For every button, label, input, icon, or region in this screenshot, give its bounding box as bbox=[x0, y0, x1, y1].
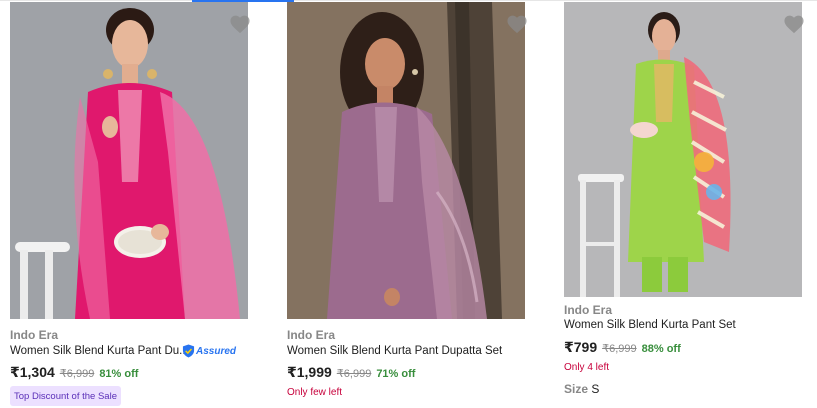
brand-name: Indo Era bbox=[10, 328, 59, 342]
selling-price: ₹1,304 bbox=[10, 364, 55, 380]
product-card-3[interactable]: Indo Era Women Silk Blend Kurta Pant Set… bbox=[564, 2, 817, 408]
stock-note: Only 4 left bbox=[564, 362, 610, 373]
price-row: ₹1,999 ₹6,999 71% off bbox=[287, 364, 415, 381]
assured-label: Assured bbox=[196, 345, 237, 357]
assured-shield-icon bbox=[182, 344, 195, 358]
product-image-3[interactable] bbox=[564, 2, 802, 297]
top-divider bbox=[0, 0, 817, 1]
selling-price: ₹799 bbox=[564, 339, 598, 355]
stock-note: Only few left bbox=[287, 387, 343, 398]
discount-percent: 71% off bbox=[376, 368, 416, 380]
wishlist-heart-icon[interactable] bbox=[783, 14, 805, 34]
original-price: ₹6,999 bbox=[336, 368, 372, 380]
discount-percent: 81% off bbox=[99, 368, 139, 380]
product-image-1[interactable] bbox=[10, 2, 248, 319]
size-row: Size S bbox=[564, 382, 599, 396]
assured-badge: Assured bbox=[182, 344, 236, 358]
wishlist-heart-icon[interactable] bbox=[506, 14, 528, 34]
product-image-2[interactable] bbox=[287, 2, 525, 319]
size-value: S bbox=[591, 382, 600, 396]
discount-percent: 88% off bbox=[641, 343, 681, 355]
selling-price: ₹1,999 bbox=[287, 364, 332, 380]
product-title[interactable]: Women Silk Blend Kurta Pant Du... bbox=[10, 345, 189, 357]
product-card-2[interactable]: Indo Era Women Silk Blend Kurta Pant Dup… bbox=[287, 2, 547, 408]
brand-name: Indo Era bbox=[287, 328, 336, 342]
product-title[interactable]: Women Silk Blend Kurta Pant Dupatta Set bbox=[287, 345, 502, 357]
wishlist-heart-icon[interactable] bbox=[229, 14, 251, 34]
product-title[interactable]: Women Silk Blend Kurta Pant Set bbox=[564, 319, 736, 331]
size-label: Size bbox=[564, 382, 589, 396]
promo-badge: Top Discount of the Sale bbox=[10, 386, 121, 406]
price-row: ₹1,304 ₹6,999 81% off bbox=[10, 364, 138, 381]
brand-name: Indo Era bbox=[564, 303, 613, 317]
product-card-1[interactable]: Indo Era Women Silk Blend Kurta Pant Du.… bbox=[10, 2, 270, 408]
original-price: ₹6,999 bbox=[59, 368, 95, 380]
original-price: ₹6,999 bbox=[602, 343, 637, 355]
price-row: ₹799 ₹6,999 88% off bbox=[564, 339, 681, 356]
